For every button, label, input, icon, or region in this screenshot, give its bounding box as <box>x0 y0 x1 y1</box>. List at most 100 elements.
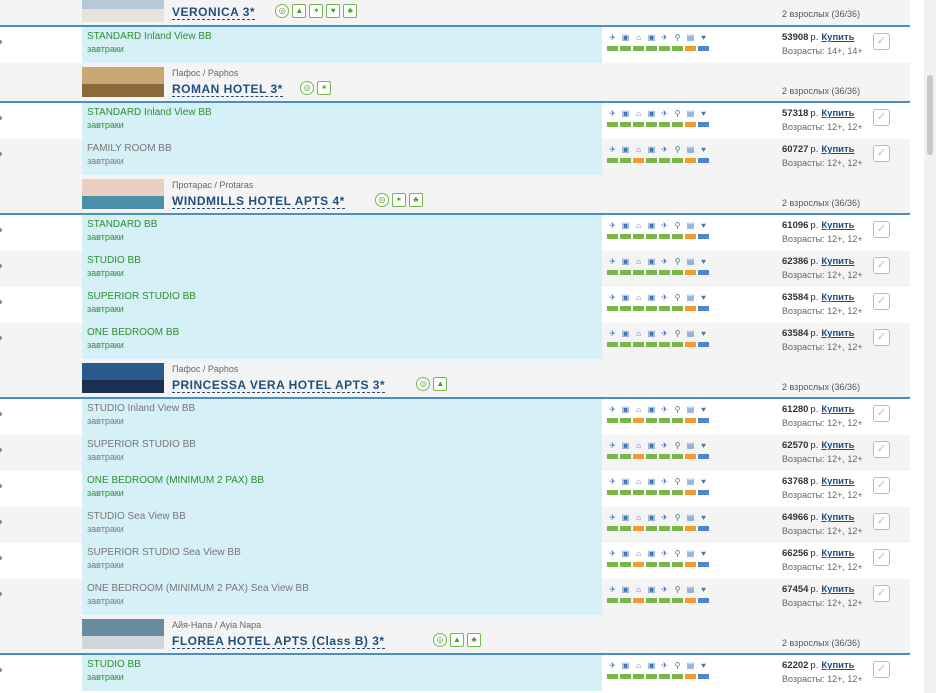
select-checkbox[interactable]: ✓ <box>873 33 890 50</box>
bus-icon: ▣ <box>647 405 656 414</box>
plane-icon: ✈ <box>661 585 668 594</box>
hotel-location: Протарас / Protaras <box>172 180 254 190</box>
scrollbar-thumb[interactable] <box>927 75 933 155</box>
status-segment <box>672 234 683 239</box>
select-checkbox[interactable]: ✓ <box>873 257 890 274</box>
meal-plan: завтраки <box>87 560 124 570</box>
luggage-icon: ▤ <box>686 329 695 338</box>
buy-link[interactable]: Купить <box>821 108 854 119</box>
plane-icon: ✈ <box>661 329 668 338</box>
scrollbar[interactable] <box>924 0 936 693</box>
bus-icon: ▣ <box>647 661 656 670</box>
status-segment <box>633 562 644 567</box>
offer-row: STUDIO BB завтраки ✈ ▣ ⌂ ▣ ✈ ⚲ ▤ ♥ 62202 р. Купить Во… <box>0 655 910 691</box>
guests-count: 2 взрослых (36/36) <box>782 198 861 208</box>
services-included: ✈ ▣ ⌂ ▣ ✈ ⚲ ▤ ♥ <box>607 144 713 163</box>
meal-plan: завтраки <box>87 416 124 426</box>
hotel-thumbnail[interactable] <box>82 179 164 209</box>
service-status-bar <box>607 270 713 275</box>
status-segment <box>685 598 696 603</box>
status-segment <box>646 306 657 311</box>
thumbnail-ground <box>82 635 164 649</box>
select-checkbox[interactable]: ✓ <box>873 441 890 458</box>
pin-icon: ⚲ <box>674 257 681 266</box>
buy-link[interactable]: Купить <box>821 220 854 231</box>
status-segment <box>633 454 644 459</box>
buy-link[interactable]: Купить <box>821 404 854 415</box>
currency: р. <box>810 404 819 415</box>
status-segment <box>685 234 696 239</box>
home-icon: ⌂ <box>636 109 641 118</box>
bus-icon: ▣ <box>621 293 630 302</box>
luggage-icon: ▤ <box>686 257 695 266</box>
hotel-thumbnail[interactable] <box>82 619 164 649</box>
plane-icon: ✈ <box>609 405 616 414</box>
hotel-thumbnail[interactable] <box>82 67 164 97</box>
select-checkbox[interactable]: ✓ <box>873 549 890 566</box>
buy-link[interactable]: Купить <box>821 440 854 451</box>
status-segment <box>672 306 683 311</box>
buy-link[interactable]: Купить <box>821 476 854 487</box>
buy-link[interactable]: Купить <box>821 32 854 43</box>
status-segment <box>633 158 644 163</box>
buy-link[interactable]: Купить <box>821 328 854 339</box>
hotel-thumbnail[interactable] <box>82 363 164 393</box>
select-checkbox[interactable]: ✓ <box>873 477 890 494</box>
status-segment <box>659 306 670 311</box>
room-cell: STUDIO BB завтраки <box>82 655 602 691</box>
status-segment <box>698 598 709 603</box>
hotel-name-link[interactable]: PRINCESSA VERA HOTEL APTS 3* <box>172 378 386 393</box>
buy-link[interactable]: Купить <box>821 584 854 595</box>
meal-plan: завтраки <box>87 452 124 462</box>
price-block: 67454 р. Купить Возрасты: 12+, 12+ <box>782 584 863 608</box>
plane-icon: ✈ <box>609 145 616 154</box>
offer-row: STANDARD BB завтраки ✈ ▣ ⌂ ▣ ✈ ⚲ ▤ ♥ 61096 р. Купить… <box>0 215 910 251</box>
hotel-thumbnail[interactable] <box>82 0 164 22</box>
room-cell: STUDIO Sea View BB завтраки <box>82 507 602 543</box>
buy-link[interactable]: Купить <box>821 144 854 155</box>
room-type: ONE BEDROOM BB <box>87 327 180 338</box>
bus-icon: ▣ <box>647 221 656 230</box>
select-checkbox[interactable]: ✓ <box>873 661 890 678</box>
hotel-name-link[interactable]: WINDMILLS HOTEL APTS 4* <box>172 194 345 209</box>
select-checkbox[interactable]: ✓ <box>873 585 890 602</box>
hotel-name-link[interactable]: VERONICA 3* <box>172 5 256 20</box>
status-segment <box>607 418 618 423</box>
price-block: 57318 р. Купить Возрасты: 12+, 12+ <box>782 108 863 132</box>
thumbnail-ground <box>82 8 164 22</box>
plane-icon: ✈ <box>661 405 668 414</box>
buy-link[interactable]: Купить <box>821 292 854 303</box>
service-status-bar <box>607 158 713 163</box>
room-type: ONE BEDROOM (MINIMUM 2 PAX) Sea View BB <box>87 583 309 594</box>
select-checkbox[interactable]: ✓ <box>873 513 890 530</box>
bus-icon: ▣ <box>621 145 630 154</box>
plane-icon: ✈ <box>609 329 616 338</box>
select-checkbox[interactable]: ✓ <box>873 145 890 162</box>
select-checkbox[interactable]: ✓ <box>873 221 890 238</box>
price-line: 67454 р. Купить <box>782 584 863 595</box>
service-status-bar <box>607 122 713 127</box>
status-segment <box>672 490 683 495</box>
select-checkbox[interactable]: ✓ <box>873 329 890 346</box>
select-checkbox[interactable]: ✓ <box>873 293 890 310</box>
offer-row: ONE BEDROOM (MINIMUM 2 PAX) Sea View BB з… <box>0 579 910 615</box>
buy-link[interactable]: Купить <box>821 660 854 671</box>
hotel-name-link[interactable]: FLOREA HOTEL APTS (Class B) 3* <box>172 634 385 649</box>
status-segment <box>659 562 670 567</box>
select-checkbox[interactable]: ✓ <box>873 109 890 126</box>
hotel-header: Пафос / Paphos PRINCESSA VERA HOTEL APTS … <box>0 359 910 399</box>
service-status-bar <box>607 562 713 567</box>
select-checkbox[interactable]: ✓ <box>873 405 890 422</box>
buy-link[interactable]: Купить <box>821 548 854 559</box>
status-segment <box>698 234 709 239</box>
home-icon: ⌂ <box>636 405 641 414</box>
hotel-name-link[interactable]: ROMAN HOTEL 3* <box>172 82 283 97</box>
status-segment <box>607 526 618 531</box>
buy-link[interactable]: Купить <box>821 512 854 523</box>
row-marker <box>0 448 2 452</box>
room-type: STANDARD Inland View BB <box>87 31 212 42</box>
buy-link[interactable]: Купить <box>821 256 854 267</box>
pin-icon: ⚲ <box>674 293 681 302</box>
offer-row: STANDARD Inland View BB завтраки ✈ ▣ ⌂ ▣ ✈ ⚲ ▤ ♥ 5… <box>0 27 910 63</box>
status-segment <box>672 46 683 51</box>
